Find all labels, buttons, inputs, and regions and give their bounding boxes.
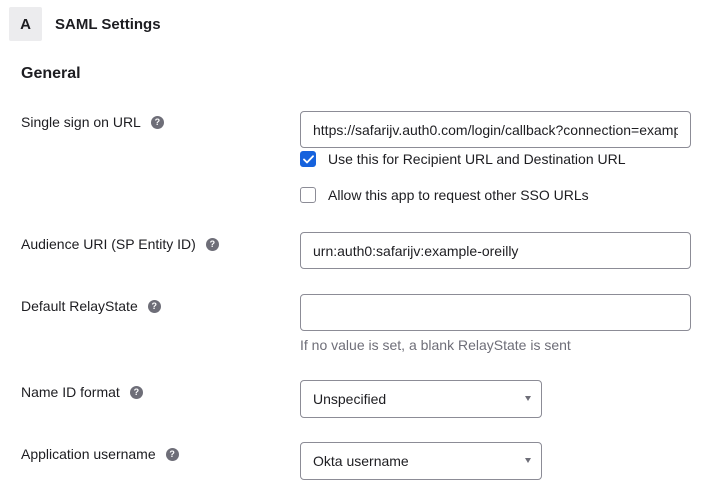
app-username-label-row: Application username ? bbox=[21, 446, 179, 462]
relay-state-label: Default RelayState bbox=[21, 298, 138, 314]
help-icon[interactable]: ? bbox=[150, 115, 164, 129]
step-badge: A bbox=[9, 7, 42, 41]
audience-uri-label-row: Audience URI (SP Entity ID) ? bbox=[21, 236, 219, 252]
name-id-format-select[interactable]: Unspecified bbox=[300, 380, 542, 418]
help-icon[interactable]: ? bbox=[205, 237, 219, 251]
relay-state-hint: If no value is set, a blank RelayState i… bbox=[300, 337, 571, 353]
other-sso-checkbox-label: Allow this app to request other SSO URLs bbox=[328, 187, 589, 203]
app-username-value: Okta username bbox=[313, 453, 409, 469]
audience-uri-input[interactable] bbox=[300, 232, 691, 269]
recipient-url-checkbox-row[interactable]: Use this for Recipient URL and Destinati… bbox=[300, 151, 626, 167]
name-id-format-label: Name ID format bbox=[21, 384, 120, 400]
recipient-url-checkbox[interactable] bbox=[300, 151, 316, 167]
relay-state-label-row: Default RelayState ? bbox=[21, 298, 161, 314]
relay-state-input[interactable] bbox=[300, 294, 691, 331]
sso-url-input[interactable] bbox=[300, 111, 691, 148]
caret-down-icon bbox=[525, 396, 531, 401]
app-username-select[interactable]: Okta username bbox=[300, 442, 542, 480]
help-icon[interactable]: ? bbox=[147, 299, 161, 313]
step-header: A SAML Settings bbox=[0, 0, 714, 56]
step-title: SAML Settings bbox=[55, 16, 161, 33]
recipient-url-checkbox-label: Use this for Recipient URL and Destinati… bbox=[328, 151, 626, 167]
help-icon[interactable]: ? bbox=[165, 447, 179, 461]
section-title-general: General bbox=[21, 65, 81, 82]
app-username-label: Application username bbox=[21, 446, 156, 462]
name-id-format-label-row: Name ID format ? bbox=[21, 384, 143, 400]
sso-url-label-row: Single sign on URL ? bbox=[21, 114, 164, 130]
other-sso-checkbox[interactable] bbox=[300, 187, 316, 203]
caret-down-icon bbox=[525, 458, 531, 463]
help-icon[interactable]: ? bbox=[129, 385, 143, 399]
audience-uri-label: Audience URI (SP Entity ID) bbox=[21, 236, 196, 252]
checkmark-icon bbox=[302, 154, 314, 163]
sso-url-label: Single sign on URL bbox=[21, 114, 141, 130]
other-sso-checkbox-row[interactable]: Allow this app to request other SSO URLs bbox=[300, 187, 589, 203]
name-id-format-value: Unspecified bbox=[313, 391, 387, 407]
